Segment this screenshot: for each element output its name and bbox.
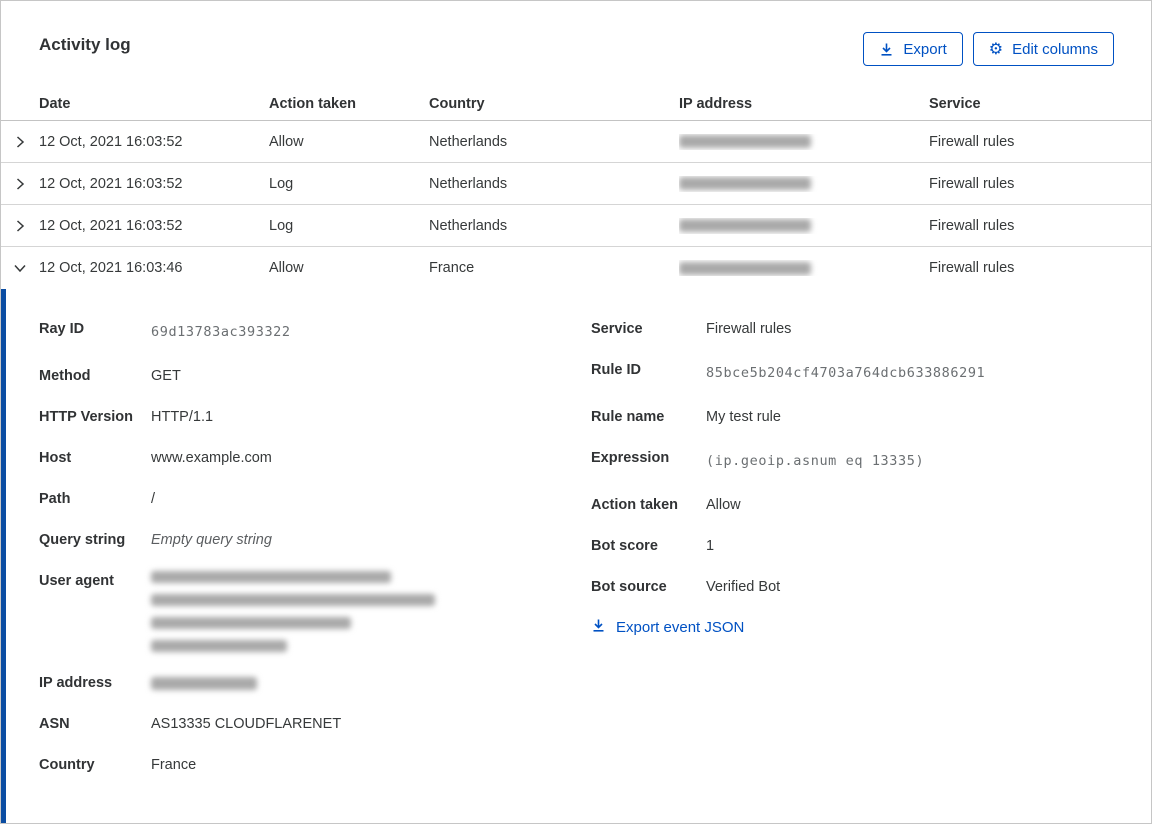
row-service: Firewall rules [929,260,1015,276]
detail-row-asn: ASN AS13335 CLOUDFLARENET [39,716,342,732]
detail-row-ray-id: Ray ID 69d13783ac393322 [39,321,291,340]
export-event-json-label: Export event JSON [616,619,745,636]
row-date: 12 Oct, 2021 16:03:46 [39,260,183,276]
detail-row-host: Host www.example.com [39,450,272,466]
expand-row-button[interactable] [1,135,39,149]
export-button[interactable]: Export [863,32,963,66]
event-detail-panel: Ray ID 69d13783ac393322 Method GET HTTP … [1,289,1151,823]
table-header-row: Date Action taken Country IP address Ser… [1,87,1151,121]
detail-row-action-taken: Action taken Allow [591,497,741,513]
detail-row-expression: Expression (ip.geoip.asnum eq 13335) [591,450,925,469]
chevron-right-icon [13,219,27,233]
activity-log-table: Date Action taken Country IP address Ser… [1,87,1151,289]
row-country: Netherlands [429,133,508,150]
detail-row-http-version: HTTP Version HTTP/1.1 [39,409,214,425]
row-country: Netherlands [429,175,508,192]
export-button-label: Export [903,40,947,58]
row-action: Log [269,217,294,234]
row-ip-redacted [679,260,929,276]
detail-left-column: Ray ID 69d13783ac393322 Method GET HTTP … [39,319,539,796]
table-row[interactable]: 12 Oct, 2021 16:03:52 Allow Netherlands … [1,121,1151,163]
expand-row-button[interactable] [1,177,39,191]
chevron-right-icon [13,135,27,149]
column-header-date: Date [39,95,71,112]
row-date: 12 Oct, 2021 16:03:52 [39,133,183,150]
row-ip-redacted [679,176,929,192]
collapse-row-button[interactable] [1,261,39,275]
ip-address-redacted [151,673,435,693]
detail-row-rule-name: Rule name My test rule [591,409,781,425]
row-action: Allow [269,260,304,276]
user-agent-redacted [151,571,435,652]
page-title: Activity log [39,35,131,54]
expand-row-button[interactable] [1,219,39,233]
detail-row-method: Method GET [39,368,181,384]
row-date: 12 Oct, 2021 16:03:52 [39,175,183,192]
edit-columns-button[interactable]: ⚙ Edit columns [972,32,1114,66]
row-service: Firewall rules [929,217,1015,234]
column-header-country: Country [429,95,485,112]
row-action: Log [269,175,294,192]
detail-row-ip-address: IP address [39,673,539,693]
column-header-service: Service [929,95,981,112]
detail-row-bot-score: Bot score 1 [591,538,715,554]
detail-right-column: Service Firewall rules Rule ID 85bce5b20… [591,319,1011,638]
download-icon [591,618,606,637]
row-ip-redacted [679,218,929,234]
column-header-action-taken: Action taken [269,95,357,112]
row-country: Netherlands [429,217,508,234]
table-row[interactable]: 12 Oct, 2021 16:03:52 Log Netherlands Fi… [1,163,1151,205]
detail-row-user-agent: User agent [39,571,539,652]
row-country: France [429,260,475,276]
activity-log-page: Activity log Export ⚙ Edit columns Date … [0,0,1152,824]
gear-icon: ⚙ [988,39,1004,58]
toolbar: Export ⚙ Edit columns [863,32,1114,66]
row-action: Allow [269,133,304,150]
detail-row-path: Path / [39,491,156,507]
row-date: 12 Oct, 2021 16:03:52 [39,217,183,234]
chevron-right-icon [13,177,27,191]
detail-row-rule-id: Rule ID 85bce5b204cf4703a764dcb633886291 [591,362,986,381]
detail-row-country: Country France [39,757,197,773]
export-event-json-link[interactable]: Export event JSON [591,618,744,637]
row-service: Firewall rules [929,175,1015,192]
column-header-ip-address: IP address [679,95,753,112]
header: Activity log Export ⚙ Edit columns [1,1,1151,87]
row-ip-redacted [679,134,929,150]
detail-row-service: Service Firewall rules [591,321,792,337]
row-service: Firewall rules [929,133,1015,150]
table-row-expanded[interactable]: 12 Oct, 2021 16:03:46 Allow France Firew… [1,247,1151,289]
detail-row-bot-source: Bot source Verified Bot [591,579,781,595]
edit-columns-button-label: Edit columns [1012,40,1098,58]
detail-row-query-string: Query string Empty query string [39,532,272,548]
chevron-down-icon [13,261,27,275]
download-icon [879,42,894,57]
table-row[interactable]: 12 Oct, 2021 16:03:52 Log Netherlands Fi… [1,205,1151,247]
